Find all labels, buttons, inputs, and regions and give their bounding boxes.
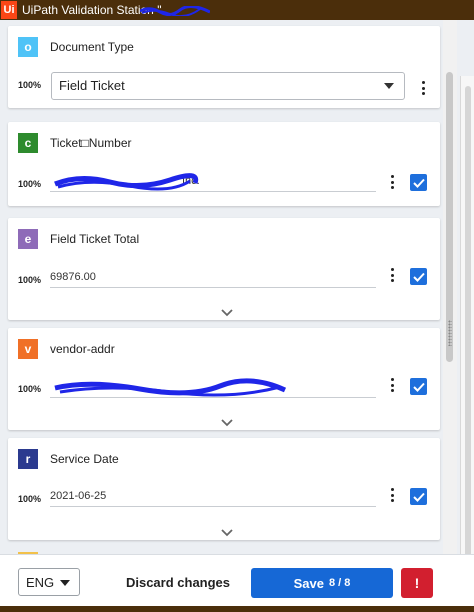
more-options-icon[interactable] (387, 173, 397, 191)
more-options-icon[interactable] (387, 266, 397, 284)
more-options-icon[interactable] (418, 79, 428, 97)
field-card-ticket-number: c Ticket□Number 100% Inc. (8, 122, 440, 206)
grip-icon (448, 320, 452, 346)
field-type-badge: o (18, 37, 38, 57)
scroll-thumb[interactable] (446, 72, 453, 362)
document-type-select[interactable]: Field Ticket (51, 72, 405, 100)
redaction-scribble (54, 173, 199, 191)
exception-button[interactable]: ! (401, 568, 433, 598)
field-name: Ticket□Number (50, 136, 132, 150)
save-count: 8 / 8 (328, 577, 351, 589)
uipath-logo-icon: Ui (1, 1, 17, 19)
checkmark-icon (412, 382, 425, 392)
checkmark-icon (412, 272, 425, 282)
field-type-badge: r (18, 449, 38, 469)
field-value-input[interactable]: Inc. (50, 172, 376, 192)
field-card-service-date: r Service Date 100% 2021-06-25 (8, 438, 440, 540)
redaction-scribble (140, 6, 210, 16)
field-value-input[interactable]: 2021-06-25 (50, 487, 376, 507)
more-options-icon[interactable] (387, 486, 397, 504)
language-select[interactable]: ENG (18, 568, 80, 596)
field-type-badge: e (18, 229, 38, 249)
field-type-badge: c (18, 133, 38, 153)
confidence-value: 100% (18, 275, 42, 285)
footer-toolbar: ENG Discard changes Save 8 / 8 ! (0, 554, 474, 612)
window-scroll-thumb[interactable] (465, 86, 471, 606)
save-label: Save (293, 575, 324, 591)
field-type-badge: v (18, 339, 38, 359)
field-name: Document Type (50, 40, 134, 54)
window-scrollbar[interactable] (460, 76, 474, 606)
confidence-value: 100% (18, 80, 42, 90)
field-value: 69876.00 (50, 271, 96, 283)
field-name: Service Date (50, 452, 119, 466)
field-card-field-ticket-total: e Field Ticket Total 100% 69876.00 (8, 218, 440, 320)
chevron-down-icon[interactable] (220, 418, 234, 428)
chevron-down-icon[interactable] (220, 308, 234, 318)
discard-changes-button[interactable]: Discard changes (122, 568, 234, 596)
field-name: Field Ticket Total (50, 232, 140, 246)
field-value-input[interactable] (50, 378, 376, 398)
confidence-value: 100% (18, 179, 42, 189)
title-bar: Ui UiPath Validation Station " (0, 0, 474, 20)
dropdown-arrow-icon (60, 580, 70, 586)
language-value: ENG (26, 575, 55, 590)
dropdown-arrow-icon (384, 83, 394, 89)
confidence-value: 100% (18, 494, 42, 504)
document-type-value: Field Ticket (59, 78, 125, 93)
confirm-checkbox[interactable] (410, 174, 427, 191)
save-button[interactable]: Save 8 / 8 (251, 568, 393, 598)
field-value-input[interactable]: 69876.00 (50, 268, 376, 288)
field-name: vendor-addr (50, 342, 115, 356)
confirm-checkbox[interactable] (410, 378, 427, 395)
chevron-down-icon[interactable] (220, 528, 234, 538)
more-options-icon[interactable] (387, 376, 397, 394)
confirm-checkbox[interactable] (410, 488, 427, 505)
fields-scrollbar[interactable] (443, 20, 457, 554)
fields-panel: o Document Type 100% Field Ticket c Tick… (0, 20, 474, 554)
checkmark-icon (412, 492, 425, 502)
field-card-vendor-addr: v vendor-addr 100% (8, 328, 440, 430)
confidence-value: 100% (18, 384, 42, 394)
confirm-checkbox[interactable] (410, 268, 427, 285)
window-bottom-border (0, 606, 474, 612)
field-card-document-type: o Document Type 100% Field Ticket (8, 26, 440, 108)
field-value: 2021-06-25 (50, 490, 107, 502)
redaction-scribble (54, 378, 287, 397)
checkmark-icon (412, 178, 425, 188)
